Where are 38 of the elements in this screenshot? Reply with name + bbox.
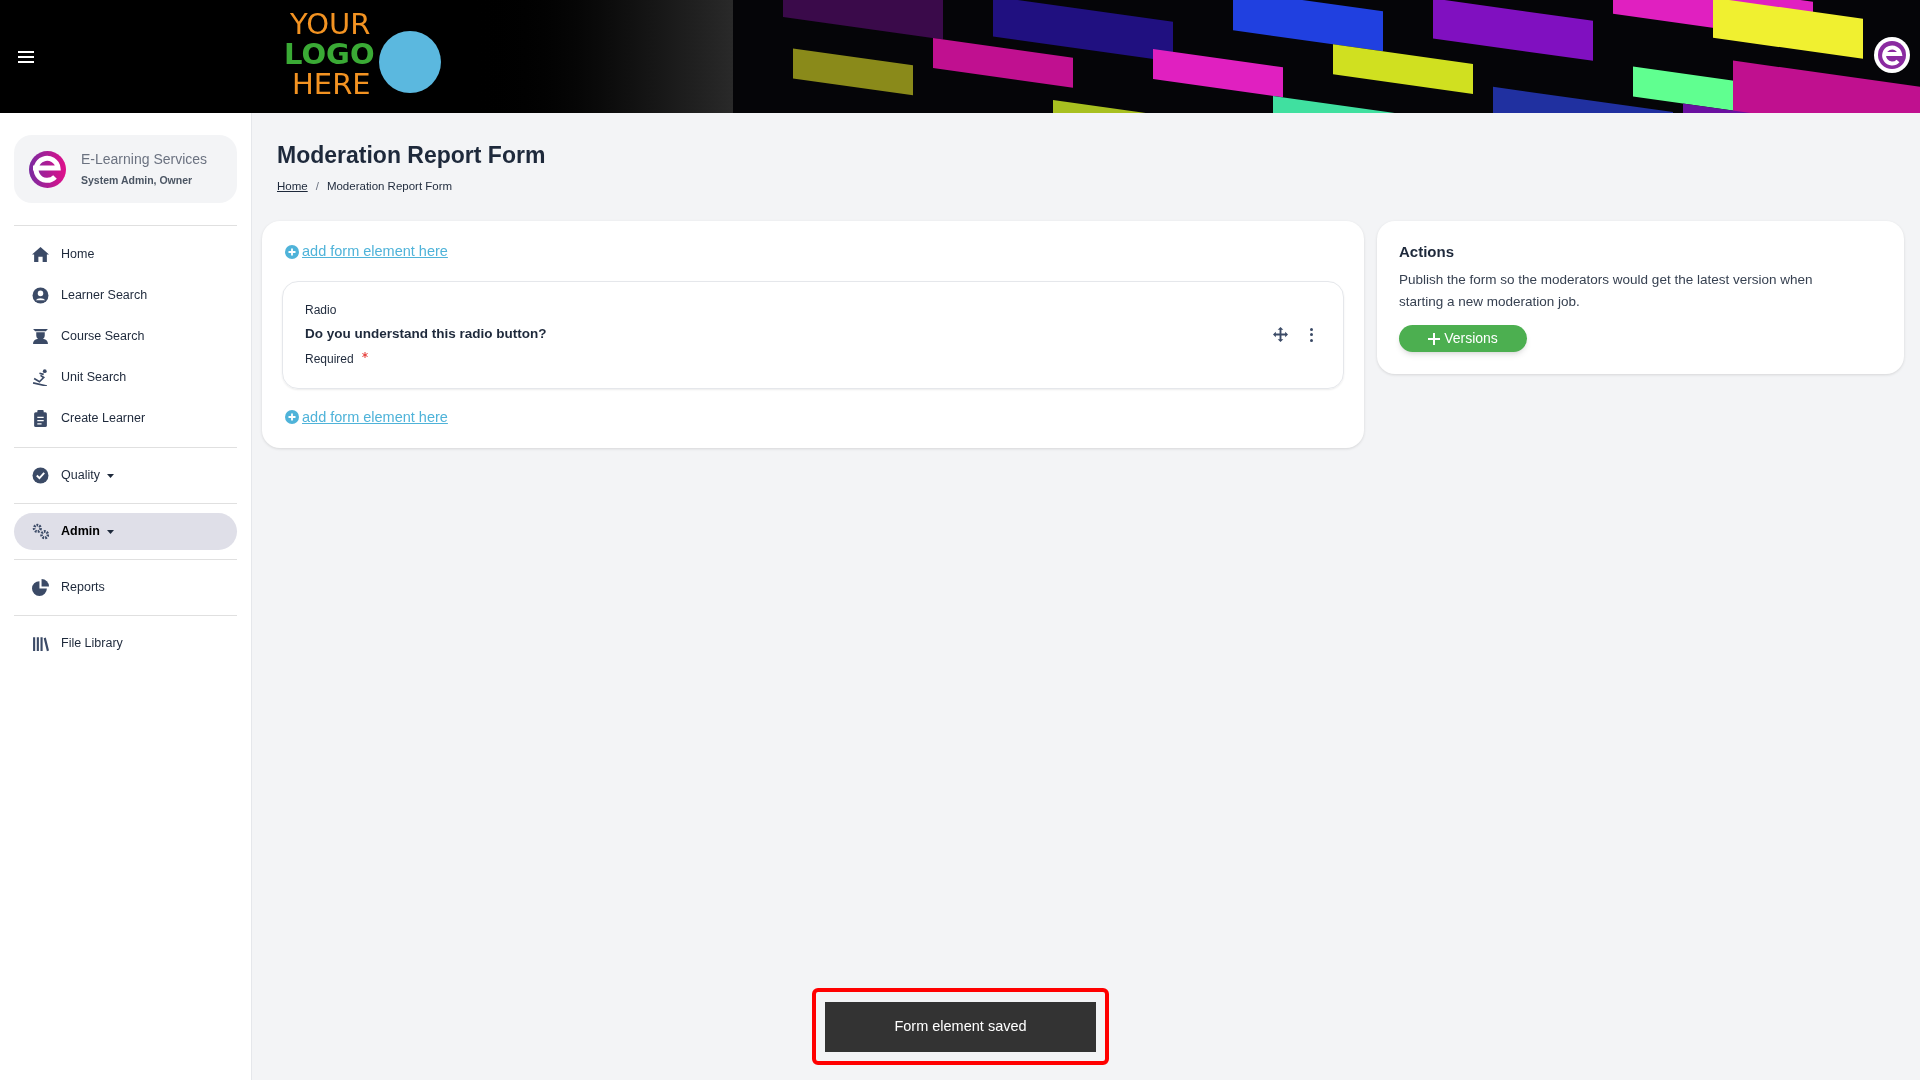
account-name: E-Learning Services (81, 150, 208, 170)
user-icon (32, 287, 49, 304)
element-question: Do you understand this radio button? (305, 324, 547, 343)
skier-icon (32, 369, 49, 386)
plus-icon (1428, 332, 1441, 345)
account-role: System Admin, Owner (81, 173, 194, 189)
sidebar-item[interactable]: Reports (14, 569, 237, 606)
graduate-icon (32, 328, 49, 345)
sidebar-item[interactable]: Learner Search (14, 277, 237, 314)
gears-icon (32, 523, 49, 540)
actions-description: Publish the form so the moderators would get the latest version when starting a new moderation job. (1399, 271, 1814, 312)
required-label: Required (305, 351, 354, 369)
page-title: Moderation Report Form (277, 141, 547, 170)
plus-circle-icon (285, 410, 299, 425)
breadcrumb-separator: / (315, 178, 319, 194)
breadcrumb-current: Moderation Report Form (326, 178, 453, 194)
sidebar-item[interactable]: Course Search (14, 318, 237, 355)
check-icon (32, 467, 49, 484)
plus-circle-icon (285, 244, 299, 259)
sidebar-item[interactable]: Home (14, 236, 237, 273)
sidebar-item[interactable]: Quality (14, 457, 237, 494)
toast-message: Form element saved (825, 1001, 1096, 1052)
logo: YOUR LOGO HERE (284, 8, 446, 105)
home-icon (32, 246, 49, 263)
clipboard-icon (32, 410, 49, 427)
account-logo-icon (29, 150, 66, 188)
books-icon (32, 635, 49, 652)
sidebar-item[interactable]: Unit Search (14, 359, 237, 396)
sidebar-item[interactable]: Create Learner (14, 400, 237, 437)
menu-button[interactable] (18, 49, 34, 64)
element-type: Radio (305, 301, 338, 319)
sidebar-item[interactable]: File Library (14, 625, 237, 662)
sidebar-item[interactable]: Admin (14, 513, 237, 550)
breadcrumb-link[interactable]: Home (277, 177, 308, 195)
more-options-button[interactable] (1310, 327, 1313, 342)
actions-title: Actions (1399, 241, 1455, 262)
move-handle[interactable] (1273, 327, 1288, 342)
pie-chart-icon (32, 579, 49, 596)
